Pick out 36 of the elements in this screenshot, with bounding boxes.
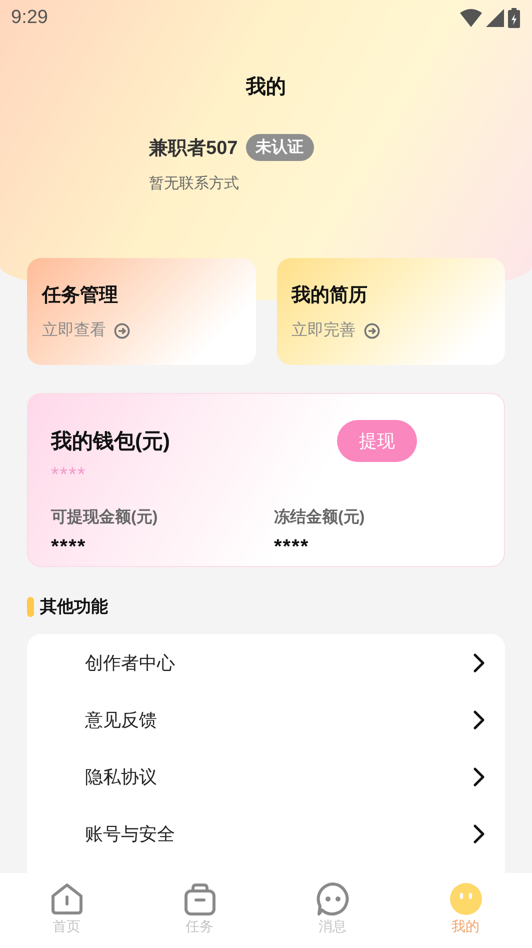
card-action: 立即完善 [292, 320, 356, 341]
section-title: 其他功能 [40, 596, 108, 618]
battery-icon [508, 8, 520, 28]
wallet-title: 我的钱包(元) [51, 429, 170, 455]
page-title: 我的 [244, 75, 287, 100]
section-marker [27, 596, 34, 616]
home-icon [50, 882, 84, 916]
wifi-icon [460, 9, 482, 27]
card-title: 任务管理 [42, 284, 118, 308]
chevron-right-icon [473, 824, 485, 844]
menu-item[interactable]: 账号与安全 [85, 822, 175, 846]
username: 兼职者507 [149, 136, 238, 160]
wallet-balance: **** [51, 464, 86, 487]
chat-bubble-icon [316, 882, 350, 916]
chevron-right-icon [473, 710, 485, 730]
arrow-right-circle-icon [364, 322, 380, 338]
menu-item[interactable]: 隐私协议 [85, 764, 157, 788]
amount-label: 可提现金额(元) [51, 507, 158, 528]
menu-item[interactable]: 创作者中心 [85, 650, 175, 674]
task-management-card[interactable]: 任务管理 立即查看 [27, 258, 256, 365]
menu-item[interactable]: 意见反馈 [85, 708, 157, 732]
signal-icon [486, 9, 504, 27]
resume-card[interactable]: 我的简历 立即完善 [276, 258, 505, 365]
smiley-icon [448, 882, 482, 916]
status-time: 9:29 [11, 7, 48, 29]
amount-value: **** [274, 536, 310, 559]
bag-icon [182, 882, 216, 916]
amount-value: **** [51, 536, 86, 559]
card-action: 立即查看 [42, 320, 106, 341]
chevron-right-icon [473, 652, 485, 672]
chevron-right-icon [473, 766, 485, 786]
amount-label: 冻结金额(元) [274, 507, 365, 528]
verification-badge: 未认证 [246, 134, 314, 161]
arrow-right-circle-icon [114, 322, 130, 338]
card-title: 我的简历 [292, 284, 368, 308]
contact-info: 暂无联系方式 [149, 174, 240, 193]
